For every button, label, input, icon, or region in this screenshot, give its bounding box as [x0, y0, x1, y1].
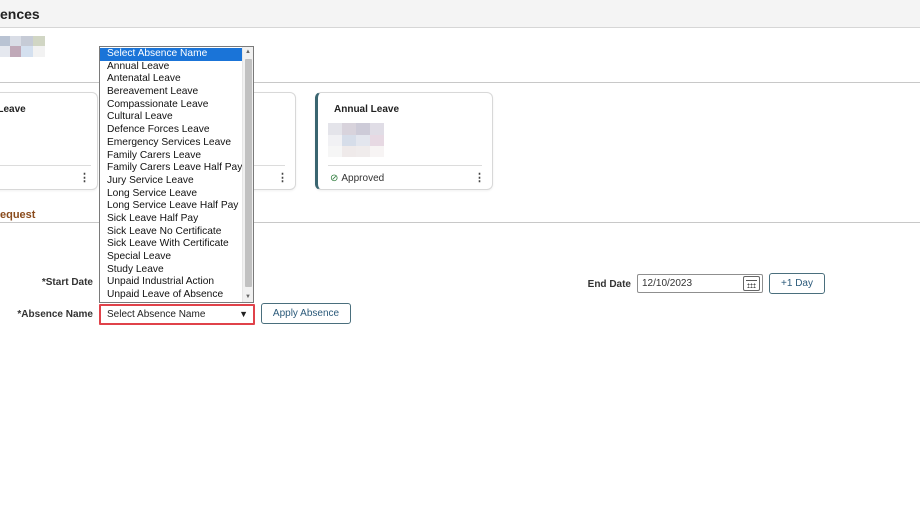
leave-card-annual[interactable]: Annual Leave ⊘ Approved ⋮ — [315, 92, 493, 190]
scrollbar-thumb[interactable] — [245, 59, 252, 287]
dropdown-option[interactable]: Jury Service Leave — [100, 175, 242, 188]
absence-name-select[interactable]: Select Absence Name ▼ — [99, 304, 255, 325]
section-heading: equest — [0, 209, 36, 221]
dropdown-option[interactable]: Sick Leave No Certificate — [100, 226, 242, 239]
apply-absence-button[interactable]: Apply Absence — [261, 303, 351, 324]
dropdown-option[interactable]: Sick Leave With Certificate — [100, 238, 242, 251]
dropdown-option[interactable]: Study Leave — [100, 264, 242, 277]
end-date-input[interactable]: 12/10/2023 — [637, 274, 763, 293]
card-title: Annual Leave — [334, 104, 400, 115]
absence-name-dropdown[interactable]: Select Absence Name Annual Leave Antenatal… — [99, 46, 254, 303]
dropdown-option[interactable]: Family Carers Leave Half Pay — [100, 162, 242, 175]
calendar-icon[interactable] — [743, 276, 760, 291]
dropdown-option[interactable]: Compassionate Leave — [100, 99, 242, 112]
check-circle-icon: ⊘ — [330, 173, 339, 184]
start-date-label: *Start Date — [41, 277, 93, 288]
absence-name-selected[interactable]: Select Absence Name — [107, 309, 205, 320]
dropdown-option[interactable]: Long Service Leave Half Pay — [100, 200, 242, 213]
dropdown-option[interactable]: Unpaid Industrial Action — [100, 276, 242, 289]
page-title: ences — [0, 6, 40, 22]
dropdown-option[interactable]: Emergency Services Leave — [100, 137, 242, 150]
end-date-label: End Date — [587, 279, 631, 290]
more-options-icon[interactable]: ⋮ — [277, 171, 288, 184]
dropdown-option[interactable]: Bereavement Leave — [100, 86, 242, 99]
dropdown-scrollbar[interactable]: ▲ ▼ — [242, 47, 253, 302]
dropdown-option[interactable]: Family Carers Leave — [100, 150, 242, 163]
more-options-icon[interactable]: ⋮ — [79, 171, 90, 184]
dropdown-option[interactable]: Special Leave — [100, 251, 242, 264]
status-approved: ⊘ Approved — [330, 173, 384, 184]
dropdown-option[interactable]: Select Absence Name — [100, 48, 242, 61]
dropdown-option[interactable]: Long Service Leave — [100, 188, 242, 201]
chevron-down-icon[interactable]: ▼ — [239, 309, 248, 319]
dropdown-option[interactable]: Defence Forces Leave — [100, 124, 242, 137]
card-title: e Leave — [0, 104, 26, 115]
dropdown-option[interactable]: Sick Leave Half Pay — [100, 213, 242, 226]
dropdown-option[interactable]: Unpaid Leave of Absence — [100, 289, 242, 302]
leave-card-1[interactable]: e Leave ⋮ — [0, 92, 98, 190]
dropdown-option[interactable]: Annual Leave — [100, 61, 242, 74]
absence-name-label: *Absence Name — [17, 309, 93, 320]
dropdown-option[interactable]: Antenatal Leave — [100, 73, 242, 86]
blurred-profile-image — [0, 36, 46, 62]
card-divider — [328, 165, 482, 166]
dropdown-options[interactable]: Select Absence Name Annual Leave Antenatal… — [100, 48, 242, 302]
plus-one-day-button[interactable]: +1 Day — [769, 273, 825, 294]
dropdown-option[interactable]: Cultural Leave — [100, 111, 242, 124]
blurred-card-details — [328, 123, 386, 157]
status-text: Approved — [341, 173, 385, 184]
more-options-icon[interactable]: ⋮ — [474, 171, 485, 184]
page-header: ences — [0, 0, 920, 28]
card-divider — [0, 165, 91, 166]
scroll-up-icon[interactable]: ▲ — [245, 49, 251, 55]
scroll-down-icon[interactable]: ▼ — [245, 294, 251, 300]
end-date-value[interactable]: 12/10/2023 — [642, 278, 692, 289]
